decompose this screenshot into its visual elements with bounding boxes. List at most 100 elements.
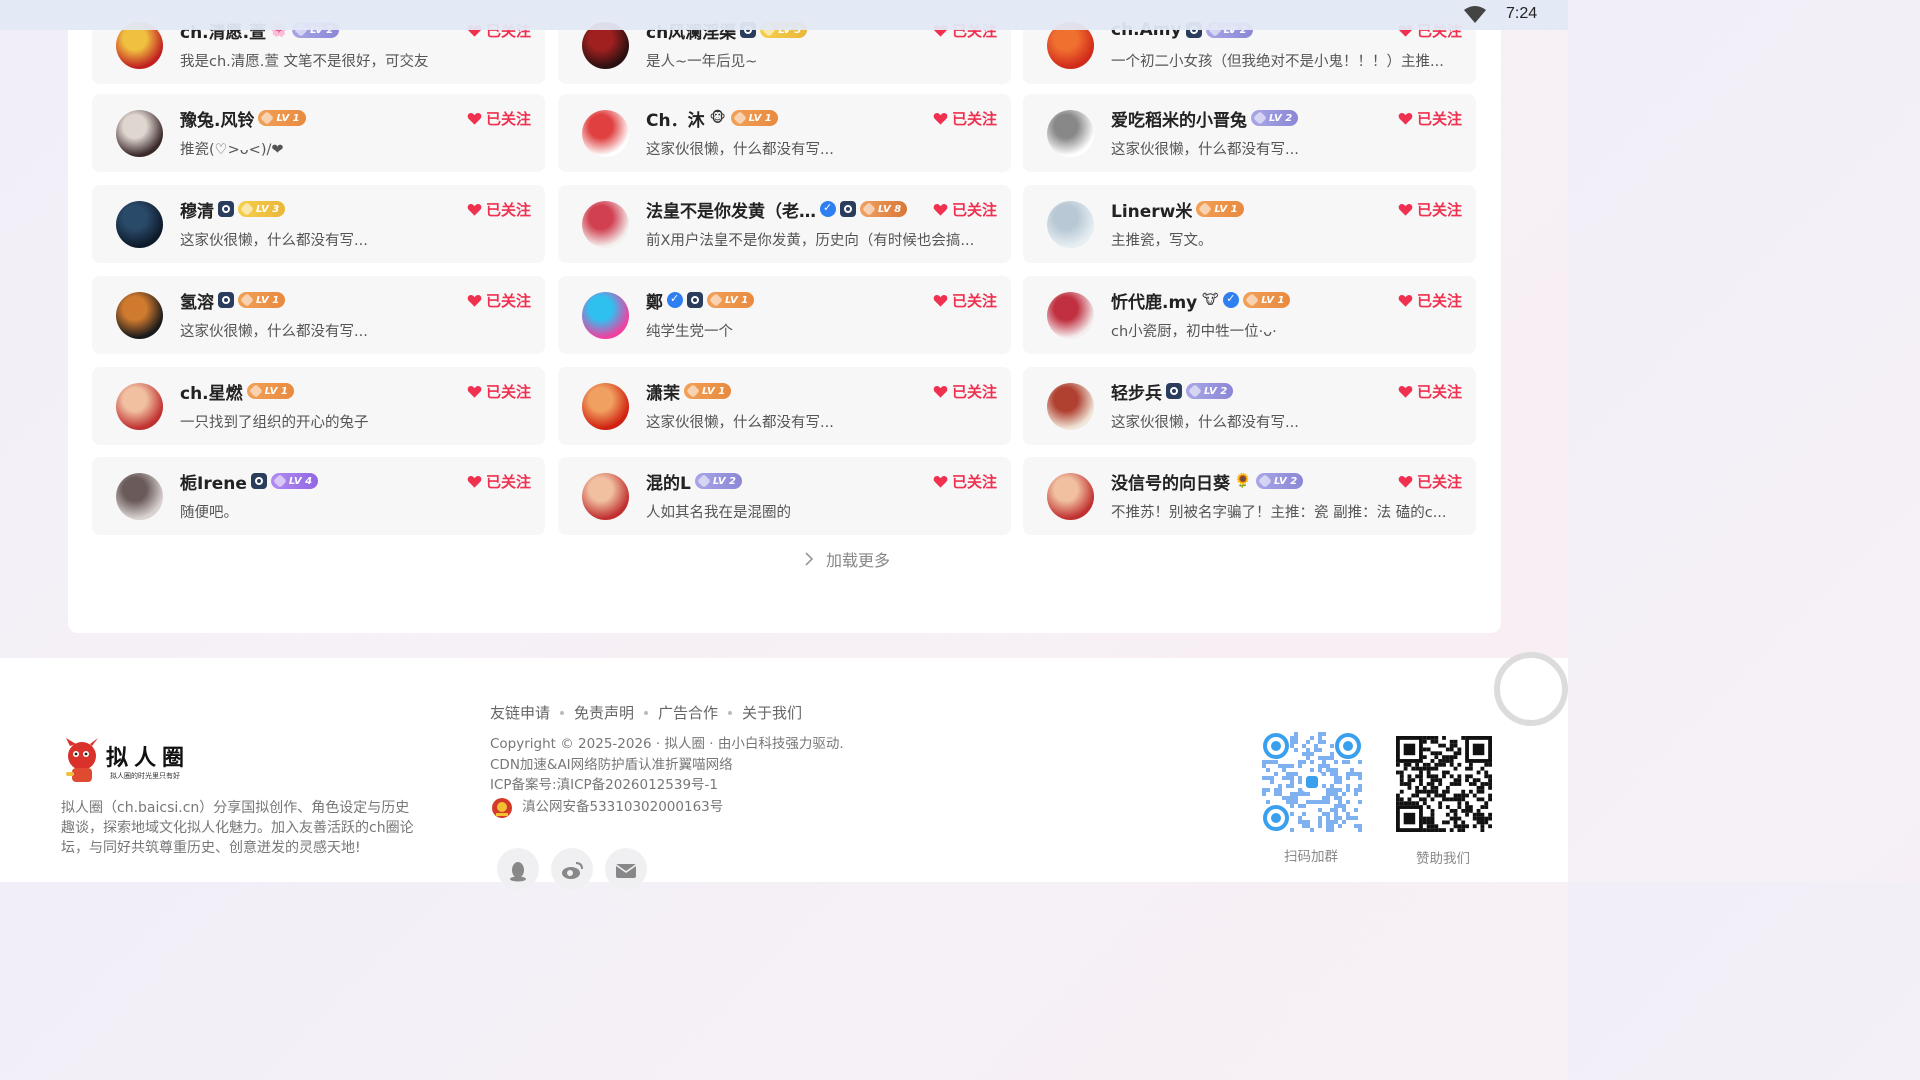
qr-module [1472, 793, 1477, 798]
qr-module [1465, 805, 1469, 809]
followed-button[interactable]: 已关注 [1398, 199, 1462, 220]
followed-button[interactable]: 已关注 [467, 199, 531, 220]
qr-module [1449, 739, 1454, 744]
qr-module [1430, 824, 1435, 829]
user-name[interactable]: 潇茉 [646, 379, 680, 404]
user-card[interactable]: 豫兔.风铃 LV 1 已关注 推瓷(♡>ᴗ<)/❤ [92, 94, 545, 172]
user-name[interactable]: 混的L [646, 469, 691, 494]
email-button[interactable] [605, 848, 647, 890]
user-card[interactable]: 没信号的向日葵 🌻 LV 2 已关注 不推苏！别被名字骗了！主推：瓷 副推：法 … [1023, 457, 1476, 535]
footer-link-ads[interactable]: 广告合作 [658, 702, 718, 723]
user-card[interactable]: 忻代鹿.my 🐮 LV 1 已关注 ch小瓷厨，初中牲一位·ᴗ· [1023, 276, 1476, 354]
floating-assist-button[interactable] [1494, 652, 1568, 726]
user-name[interactable]: 豫兔.风铃 [180, 106, 254, 131]
user-avatar[interactable] [116, 383, 163, 430]
qr-module [1330, 772, 1334, 776]
user-name[interactable]: ch.星燃 [180, 379, 243, 404]
qr-module [1488, 785, 1492, 790]
qr-module [1334, 792, 1338, 796]
user-name-row: 鄭 LV 1 [646, 288, 755, 313]
user-card[interactable]: 轻步兵 LV 2 已关注 这家伙很懒，什么都没有写... [1023, 367, 1476, 445]
qr-module [1294, 732, 1298, 736]
user-card[interactable]: 爱吃稻米的小晋兔 LV 2 已关注 这家伙很懒，什么都没有写... [1023, 94, 1476, 172]
shield-badge-icon [250, 473, 267, 489]
qr-module [1426, 747, 1431, 752]
qr-module [1422, 766, 1427, 771]
qr-module [1290, 744, 1294, 748]
user-card[interactable]: 栀Irene LV 4 已关注 随便吧。 [92, 457, 545, 535]
user-name[interactable]: Ch．沐 [646, 106, 705, 131]
followed-label: 已关注 [485, 473, 531, 491]
followed-button[interactable]: 已关注 [1398, 290, 1462, 311]
user-name-row: Ch．沐 🐵 LV 1 [646, 106, 778, 131]
qr-module [1438, 801, 1443, 806]
user-avatar[interactable] [1047, 473, 1094, 520]
user-name[interactable]: 爱吃稻米的小晋兔 [1111, 106, 1247, 131]
weibo-button[interactable] [551, 848, 593, 890]
user-name[interactable]: 没信号的向日葵 [1111, 469, 1230, 494]
verified-badge-icon [667, 292, 683, 308]
user-card[interactable]: 鄭 LV 1 已关注 纯学生党一个 [558, 276, 1011, 354]
status-bar: 7:24 [0, 0, 1568, 30]
qr-module [1442, 759, 1446, 763]
user-avatar[interactable] [1047, 292, 1094, 339]
police-record[interactable]: 滇公网安备53310302000163号 [490, 796, 844, 820]
user-name[interactable]: 栀Irene [180, 469, 247, 494]
user-name[interactable]: Linerw米 [1111, 197, 1192, 222]
user-card[interactable]: 法皇不是你发黄（老... LV 8 已关注 前X用户法皇不是你发黄，历史向（有时… [558, 185, 1011, 263]
followed-button[interactable]: 已关注 [467, 381, 531, 402]
qq-button[interactable] [497, 848, 539, 890]
site-logo[interactable]: 拟人圈 拟人圈的时光里只有好 [62, 738, 202, 790]
user-avatar[interactable] [582, 383, 629, 430]
footer-link-disclaimer[interactable]: 免责声明 [574, 702, 634, 723]
user-avatar[interactable] [116, 110, 163, 157]
qr-module [1480, 816, 1485, 821]
user-avatar[interactable] [1047, 201, 1094, 248]
followed-button[interactable]: 已关注 [1398, 108, 1462, 129]
user-card[interactable]: 混的L LV 2 已关注 人如其名我在是混圈的 [558, 457, 1011, 535]
user-card[interactable]: 氢溶 LV 1 已关注 这家伙很懒，什么都没有写... [92, 276, 545, 354]
user-avatar[interactable] [582, 292, 629, 339]
qr-module [1354, 788, 1358, 792]
user-name[interactable]: 忻代鹿.my [1111, 288, 1197, 313]
user-card[interactable]: 穆清 LV 3 已关注 这家伙很懒，什么都没有写... [92, 185, 545, 263]
followed-button[interactable]: 已关注 [933, 199, 997, 220]
followed-button[interactable]: 已关注 [1398, 381, 1462, 402]
user-avatar[interactable] [116, 201, 163, 248]
user-avatar[interactable] [1047, 110, 1094, 157]
followed-button[interactable]: 已关注 [933, 290, 997, 311]
followed-button[interactable]: 已关注 [933, 381, 997, 402]
qr-module [1476, 778, 1481, 783]
user-avatar[interactable] [582, 473, 629, 520]
followed-button[interactable]: 已关注 [933, 108, 997, 129]
user-avatar[interactable] [582, 201, 629, 248]
user-card[interactable]: ch.星燃 LV 1 已关注 一只找到了组织的开心的兔子 [92, 367, 545, 445]
followed-button[interactable]: 已关注 [467, 108, 531, 129]
user-avatar[interactable] [1047, 383, 1094, 430]
followed-button[interactable]: 已关注 [933, 471, 997, 492]
followed-button[interactable]: 已关注 [467, 471, 531, 492]
qr-module [1407, 778, 1412, 783]
user-card[interactable]: Linerw米 LV 1 已关注 主推瓷，写文。 [1023, 185, 1476, 263]
level-badge: LV 1 [246, 383, 294, 399]
footer-link-friend[interactable]: 友链申请 [490, 702, 550, 723]
followed-button[interactable]: 已关注 [1398, 471, 1462, 492]
footer-link-about[interactable]: 关于我们 [742, 702, 802, 723]
user-name[interactable]: 穆清 [180, 197, 214, 222]
user-name[interactable]: 法皇不是你发黄（老... [646, 197, 816, 222]
user-name[interactable]: 鄭 [646, 288, 663, 313]
user-card[interactable]: 潇茉 LV 1 已关注 这家伙很懒，什么都没有写... [558, 367, 1011, 445]
qr-module [1334, 808, 1338, 812]
qr-module [1457, 747, 1462, 752]
followed-button[interactable]: 已关注 [467, 290, 531, 311]
user-avatar[interactable] [116, 292, 163, 339]
qr-module [1330, 752, 1334, 756]
qr-module [1468, 805, 1473, 809]
user-avatar[interactable] [116, 473, 163, 520]
user-card[interactable]: Ch．沐 🐵 LV 1 已关注 这家伙很懒，什么都没有写... [558, 94, 1011, 172]
icp-link[interactable]: ICP备案号:滇ICP备2026012539号-1 [490, 775, 844, 796]
user-name[interactable]: 氢溶 [180, 288, 214, 313]
user-avatar[interactable] [582, 110, 629, 157]
user-name[interactable]: 轻步兵 [1111, 379, 1162, 404]
load-more-button[interactable]: 加载更多 [804, 547, 890, 571]
